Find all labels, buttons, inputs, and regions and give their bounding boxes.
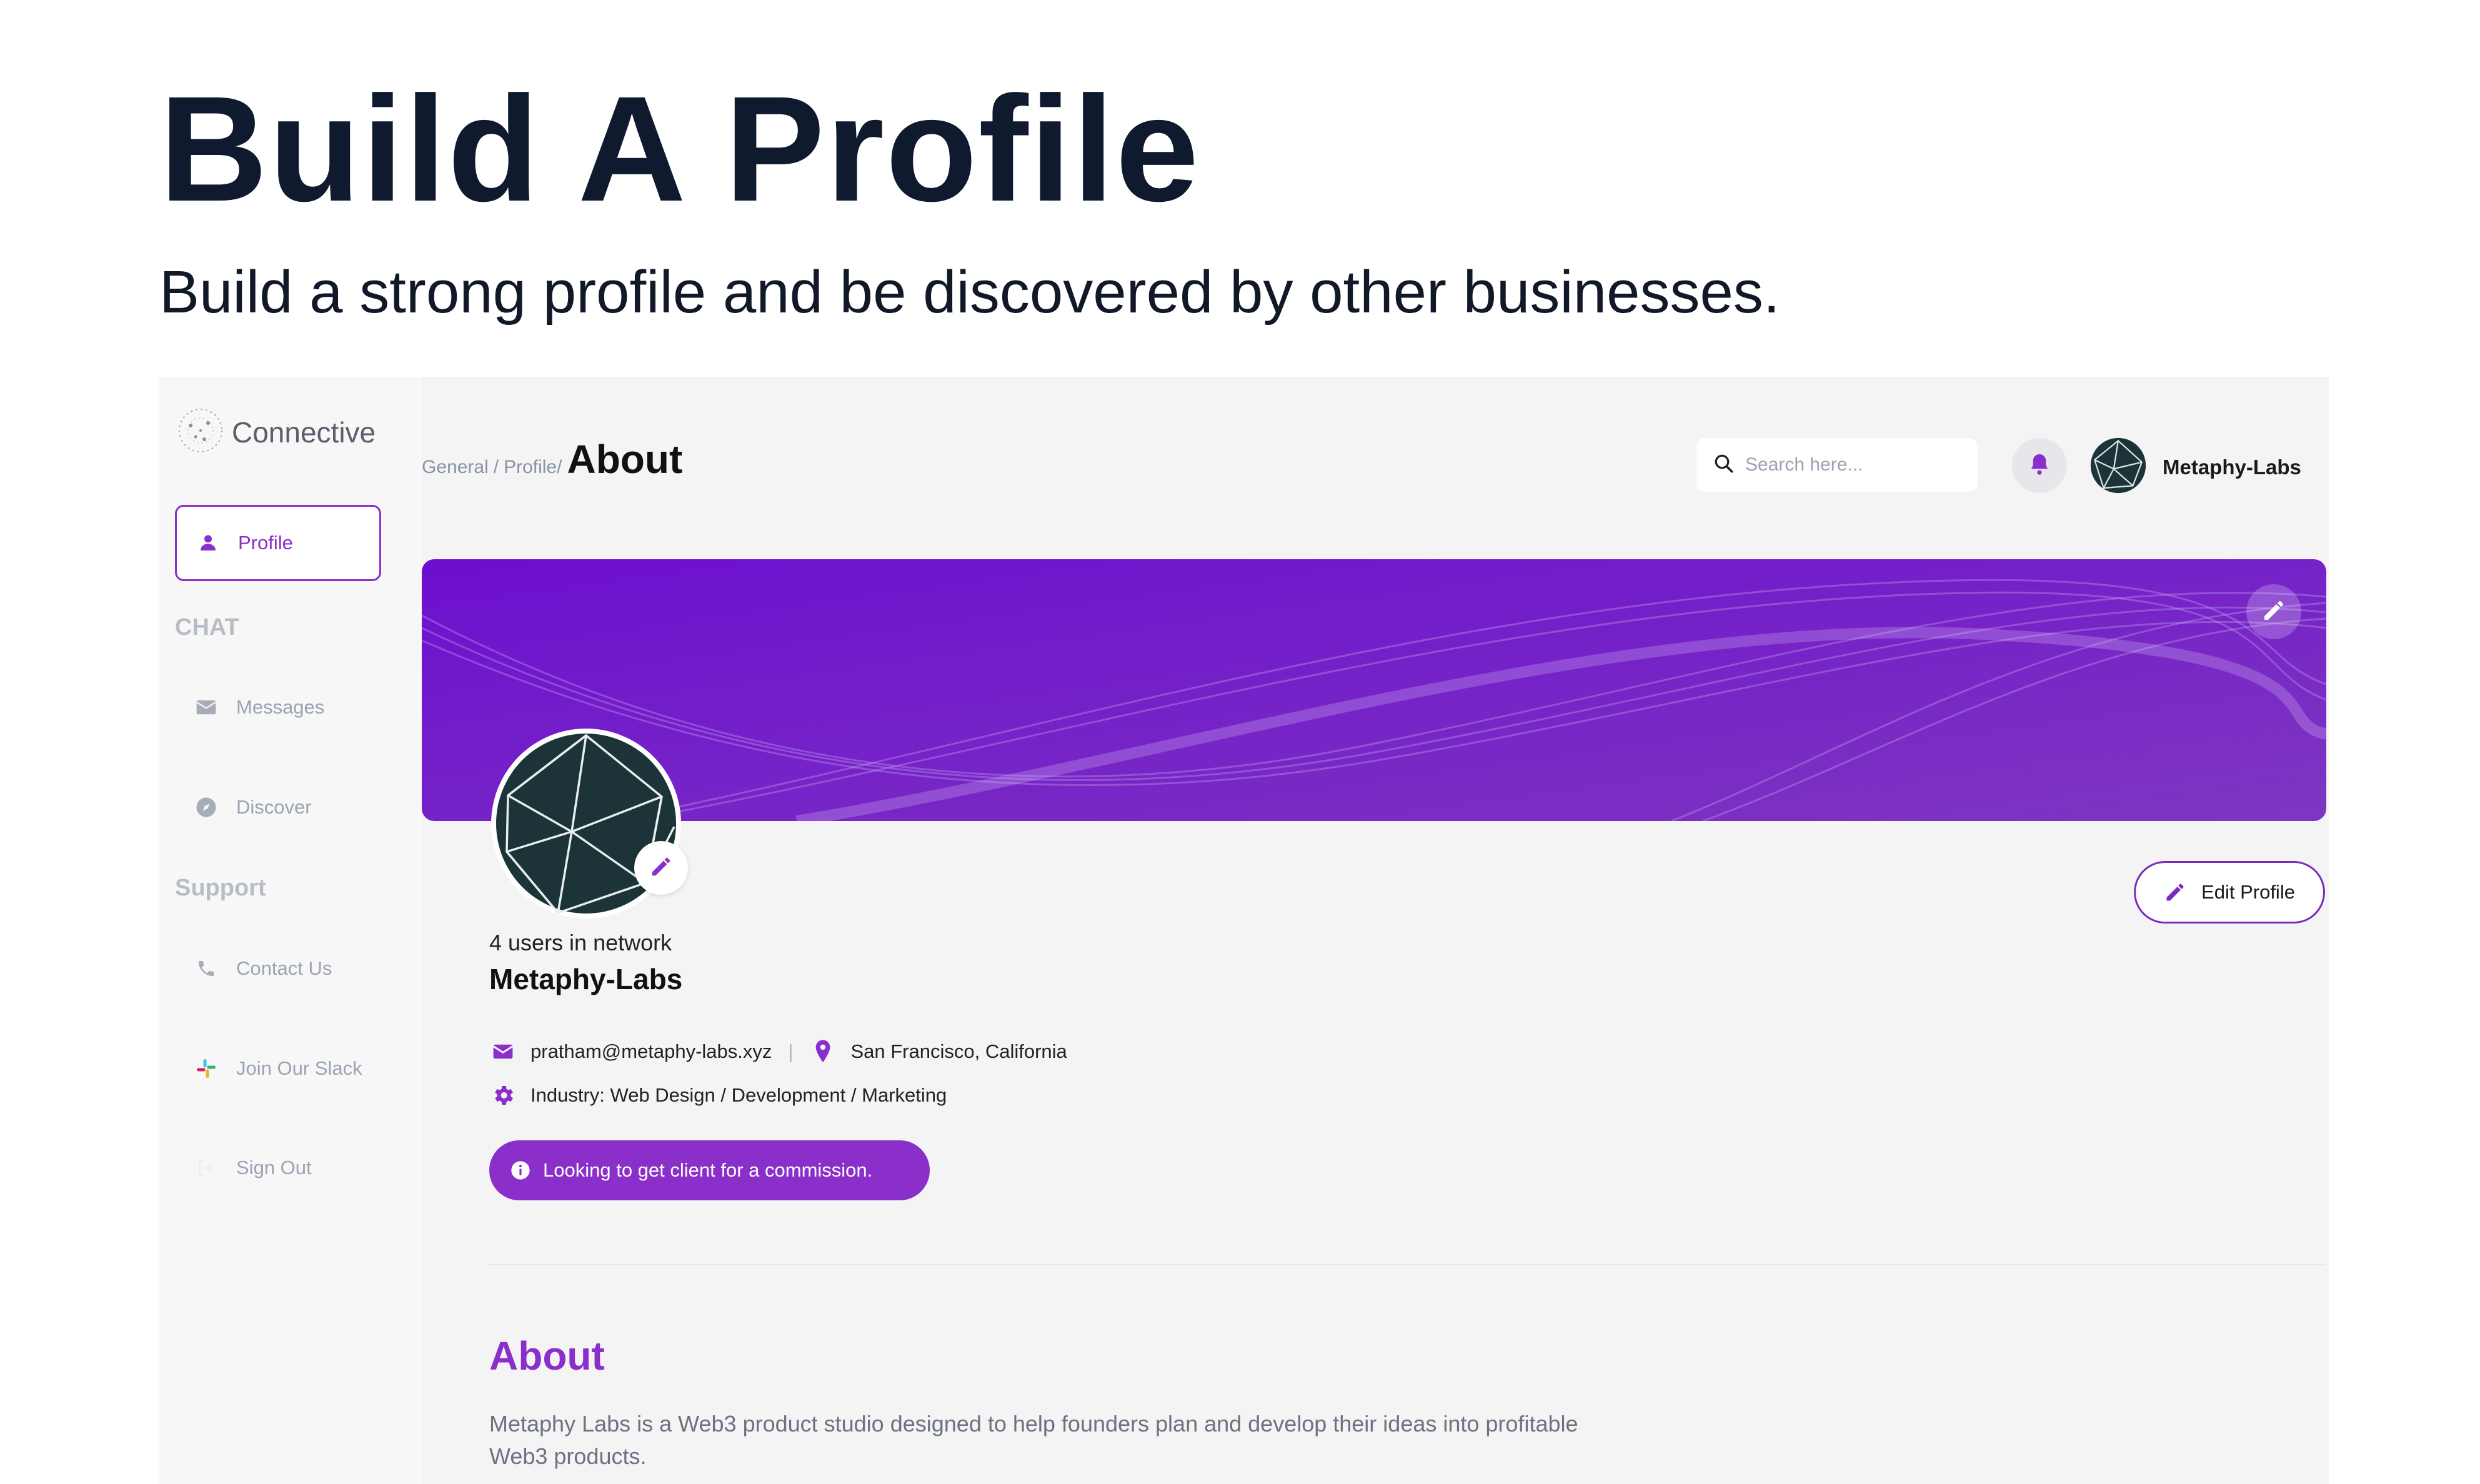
sidebar-item-profile[interactable]: Profile [175,505,381,581]
sidebar-item-discover[interactable]: Discover [175,769,381,845]
gear-icon [489,1082,517,1109]
about-text: Metaphy Labs is a Web3 product studio de… [489,1411,1578,1469]
phone-icon [194,956,219,981]
main-content: General / Profile / About Search here...… [422,377,2329,1484]
cover-banner [422,559,2326,821]
network-globe-icon [177,407,224,457]
location-text: San Francisco, California [850,1040,1067,1062]
avatar [2090,437,2146,497]
contact-row: pratham@metaphy-labs.xyz | San Francisco… [489,1038,1067,1065]
network-count: 4 users in network [489,930,672,955]
sidebar-item-signout[interactable]: Sign Out [175,1130,381,1206]
bell-icon [2028,452,2051,479]
map-pin-icon [809,1038,837,1065]
pencil-icon [2261,598,2286,626]
breadcrumb: General / Profile / About [422,436,682,482]
breadcrumb-separator: / [557,457,562,477]
industry-text: Industry: Web Design / Development / Mar… [530,1084,947,1106]
sidebar-item-contact[interactable]: Contact Us [175,930,381,1007]
edit-cover-button[interactable] [2246,584,2301,639]
user-icon [196,530,221,555]
sidebar-item-slack[interactable]: Join Our Slack [175,1030,381,1107]
email-icon [489,1038,517,1065]
sidebar-item-label: Join Our Slack [236,1057,362,1079]
pencil-icon [2164,881,2186,904]
industry-row: Industry: Web Design / Development / Mar… [489,1082,947,1109]
sidebar-item-label: Sign Out [236,1157,312,1178]
edit-profile-label: Edit Profile [2201,881,2295,903]
edit-profile-button[interactable]: Edit Profile [2134,861,2325,924]
status-text: Looking to get client for a commission. [543,1159,873,1181]
user-menu[interactable]: Metaphy-Labs [2090,437,2301,497]
edit-avatar-button[interactable] [634,841,688,895]
profile-name: Metaphy-Labs [489,963,683,995]
separator: | [788,1040,794,1062]
breadcrumb-separator: / [493,457,499,477]
search-input[interactable] [1744,454,1971,476]
sidebar: Connective Profile CHAT Messages Discove… [159,377,422,1484]
section-support: Support [175,875,266,901]
notifications-button[interactable] [2012,438,2067,493]
compass-icon [194,795,219,820]
slack-icon [194,1056,219,1081]
search-bar[interactable] [1696,438,1978,492]
sign-out-icon [194,1155,219,1180]
sidebar-item-label: Messages [236,696,325,718]
status-badge: Looking to get client for a commission. [489,1140,930,1200]
search-icon [1713,452,1735,478]
about-heading: About [489,1333,605,1378]
hero-subtitle: Build a strong profile and be discovered… [159,259,1780,326]
envelope-icon [194,695,219,720]
pencil-icon [649,855,673,882]
section-chat: CHAT [175,614,239,640]
sidebar-item-label: Profile [238,532,293,554]
email-text[interactable]: pratham@metaphy-labs.xyz [530,1040,772,1063]
info-icon [510,1160,530,1180]
breadcrumb-profile[interactable]: Profile [504,457,557,478]
logo[interactable]: Connective [177,407,376,457]
hero-title: Build A Profile [159,65,1200,232]
sidebar-item-messages[interactable]: Messages [175,669,381,745]
logo-text: Connective [232,416,376,449]
divider [489,1264,2326,1265]
sidebar-item-label: Contact Us [236,957,332,979]
breadcrumb-general[interactable]: General [422,457,489,478]
sidebar-item-label: Discover [236,796,312,818]
app-window: Connective Profile CHAT Messages Discove… [159,377,2329,1484]
user-name: Metaphy-Labs [2163,455,2301,479]
page-title: About [567,437,683,482]
